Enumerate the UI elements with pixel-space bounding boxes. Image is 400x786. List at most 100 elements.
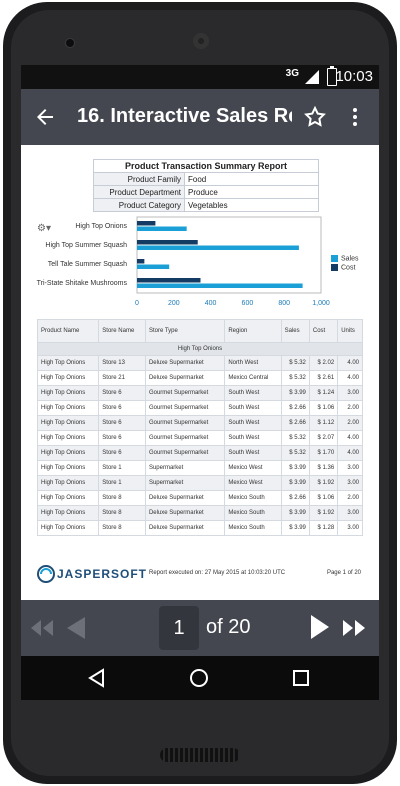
table-row: High Top Onions Store 6 Gourmet Supermarke… bbox=[36, 415, 363, 431]
table-cell: Mexico South bbox=[224, 490, 282, 506]
status-bar: 3G 10:03 bbox=[21, 65, 379, 89]
column-header[interactable]: Store Name bbox=[98, 319, 146, 343]
page-number-input[interactable]: 1 bbox=[159, 606, 199, 650]
chart-bar-sales[interactable] bbox=[137, 264, 170, 270]
first-page-icon[interactable] bbox=[29, 618, 55, 643]
clock: 10:03 bbox=[335, 68, 373, 85]
column-header[interactable]: Product Name bbox=[36, 319, 100, 343]
legend-label: Sales bbox=[341, 255, 359, 263]
table-cell: High Top Onions bbox=[36, 355, 100, 371]
column-header[interactable]: Sales bbox=[280, 319, 310, 343]
table-cell: Store 6 bbox=[98, 445, 146, 461]
x-tick-label: 600 bbox=[242, 300, 254, 307]
table-cell: 4.00 bbox=[337, 445, 363, 461]
table-cell: $ 2.66 bbox=[280, 490, 310, 506]
chart-bar-sales[interactable] bbox=[137, 226, 187, 232]
table-cell: $ 3.99 bbox=[280, 385, 310, 401]
x-tick-label: 200 bbox=[168, 300, 180, 307]
nav-home-icon[interactable] bbox=[189, 668, 209, 693]
table-cell: South West bbox=[224, 445, 282, 461]
table-cell: Deluxe Supermarket bbox=[144, 490, 226, 506]
table-row: High Top Onions Store 1 Supermarket Mexico … bbox=[36, 460, 363, 476]
signal-icon bbox=[305, 70, 319, 84]
table-cell: Store 6 bbox=[98, 385, 146, 401]
legend-label: Cost bbox=[341, 264, 356, 272]
table-cell: Gourmet Supermarket bbox=[144, 385, 226, 401]
table-row: High Top Onions Store 8 Deluxe Supermarket… bbox=[36, 505, 363, 521]
table-cell: $ 1.92 bbox=[308, 505, 339, 521]
table-row: High Top Onions Store 8 Deluxe Supermarket… bbox=[36, 490, 363, 506]
star-icon[interactable] bbox=[303, 105, 327, 129]
column-header[interactable]: Units bbox=[337, 319, 363, 343]
legend-item: Sales bbox=[331, 255, 359, 262]
column-header[interactable]: Cost bbox=[308, 319, 339, 343]
table-cell: $ 1.36 bbox=[308, 460, 339, 476]
table-cell: Store 6 bbox=[98, 415, 146, 431]
table-cell: Deluxe Supermarket bbox=[144, 520, 226, 536]
nav-back-icon[interactable] bbox=[87, 668, 107, 693]
table-cell: 4.00 bbox=[337, 355, 363, 371]
table-cell: Store 13 bbox=[98, 355, 146, 371]
table-cell: South West bbox=[224, 430, 282, 446]
chart-category-label: High Top Summer Squash bbox=[45, 242, 127, 249]
more-vert-icon[interactable] bbox=[343, 105, 367, 129]
table-cell: Store 21 bbox=[98, 370, 146, 386]
table-cell: Supermarket bbox=[144, 460, 226, 476]
summary-label: Product Family bbox=[93, 172, 185, 186]
table-cell: $ 3.99 bbox=[280, 475, 310, 491]
table-cell: 2.00 bbox=[337, 490, 363, 506]
table-cell: Store 6 bbox=[98, 430, 146, 446]
table-row: High Top Onions Store 6 Gourmet Supermarke… bbox=[36, 385, 363, 401]
chart-bar-sales[interactable] bbox=[137, 283, 303, 289]
last-page-icon[interactable] bbox=[341, 618, 367, 643]
table-cell: $ 3.99 bbox=[280, 460, 310, 476]
table-cell: South West bbox=[224, 385, 282, 401]
table-cell: North West bbox=[224, 355, 282, 371]
prev-page-icon[interactable] bbox=[65, 616, 87, 645]
summary-table: Product Transaction Summary Report Produ… bbox=[93, 159, 319, 212]
table-cell: 3.00 bbox=[337, 505, 363, 521]
chart-bar-sales[interactable] bbox=[137, 245, 299, 251]
report-page: Product Transaction Summary Report Produ… bbox=[29, 145, 371, 600]
summary-value: Vegetables bbox=[184, 198, 319, 212]
table-cell: $ 1.24 bbox=[308, 385, 339, 401]
screen: 3G 10:03 16. Interactive Sales Repo Prod… bbox=[21, 65, 379, 700]
table-cell: $ 5.32 bbox=[280, 445, 310, 461]
summary-value: Produce bbox=[184, 185, 319, 199]
table-cell: Mexico South bbox=[224, 505, 282, 521]
table-row: High Top Onions Store 6 Gourmet Supermarke… bbox=[36, 445, 363, 461]
summary-value: Food bbox=[184, 172, 319, 186]
chart-bar-cost[interactable] bbox=[137, 221, 156, 226]
table-cell: Gourmet Supermarket bbox=[144, 415, 226, 431]
chart-bar-cost[interactable] bbox=[137, 278, 201, 283]
table-cell: High Top Onions bbox=[36, 490, 100, 506]
next-page-icon[interactable] bbox=[309, 614, 331, 645]
chart-bar-cost[interactable] bbox=[137, 240, 198, 245]
table-cell: $ 2.02 bbox=[308, 355, 339, 371]
table-cell: High Top Onions bbox=[36, 415, 100, 431]
legend-swatch bbox=[331, 264, 338, 271]
table-cell: High Top Onions bbox=[36, 385, 100, 401]
chart-category-label: Tri-State Shitake Mushrooms bbox=[36, 280, 127, 287]
phone-frame: 3G 10:03 16. Interactive Sales Repo Prod… bbox=[0, 0, 400, 786]
page-count: of 20 bbox=[206, 616, 251, 638]
table-cell: 3.00 bbox=[337, 520, 363, 536]
chart-bar-cost[interactable] bbox=[137, 259, 145, 264]
x-tick-label: 0 bbox=[135, 300, 139, 307]
table-cell: High Top Onions bbox=[36, 445, 100, 461]
table-cell: High Top Onions bbox=[36, 475, 100, 491]
nav-recents-icon[interactable] bbox=[291, 668, 311, 693]
table-cell: $ 1.12 bbox=[308, 415, 339, 431]
page-indicator: Page 1 of 20 bbox=[326, 570, 361, 576]
column-header[interactable]: Store Type bbox=[144, 319, 226, 343]
table-cell: South West bbox=[224, 400, 282, 416]
system-nav-bar bbox=[21, 656, 379, 700]
back-arrow-icon[interactable] bbox=[33, 105, 57, 129]
table-cell: Supermarket bbox=[144, 475, 226, 491]
column-header[interactable]: Region bbox=[224, 319, 282, 343]
network-type: 3G bbox=[285, 68, 299, 79]
table-cell: $ 2.61 bbox=[308, 370, 339, 386]
table-cell: $ 1.28 bbox=[308, 520, 339, 536]
report-view[interactable]: Product Transaction Summary Report Produ… bbox=[21, 145, 379, 600]
table-cell: Mexico South bbox=[224, 520, 282, 536]
